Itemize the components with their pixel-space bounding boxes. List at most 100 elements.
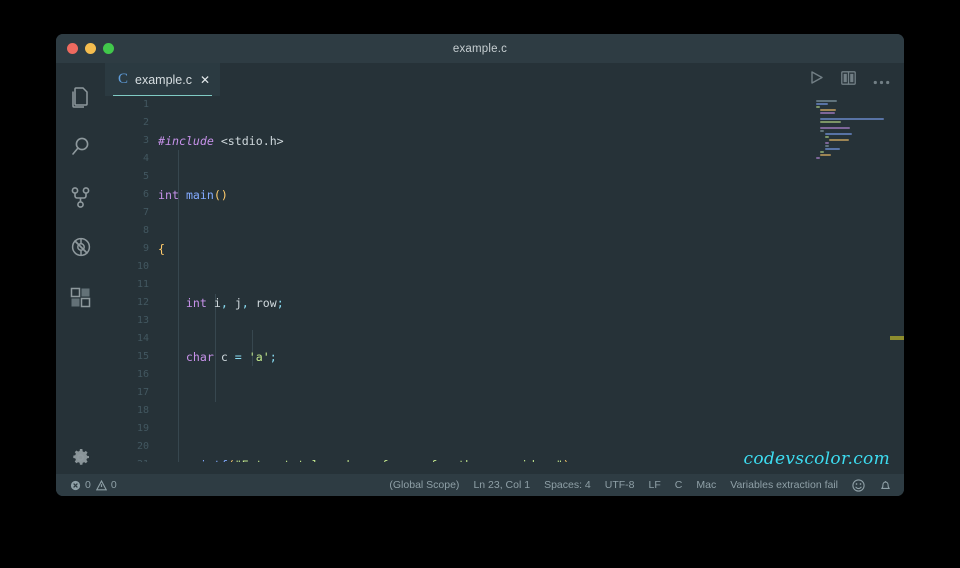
more-actions-button[interactable] bbox=[873, 70, 890, 89]
close-icon[interactable]: ✕ bbox=[200, 74, 210, 86]
play-icon bbox=[809, 70, 824, 89]
code-text[interactable]: #include <stdio.h> int main() { int i, j… bbox=[158, 96, 848, 462]
status-bar: 0 0 (Global Scope) Ln 23, Col 1 Spaces: … bbox=[56, 474, 904, 496]
tab-bar: C example.c ✕ bbox=[105, 63, 904, 96]
editor-area: C example.c ✕ 1 2 3 4 5 6 7 8 9 10 11 12… bbox=[105, 63, 904, 496]
warning-count-text: 0 bbox=[110, 479, 117, 491]
status-bar-left: 0 0 bbox=[70, 479, 117, 491]
line-number-gutter: 1 2 3 4 5 6 7 8 9 10 11 12 13 14 15 16 1 bbox=[105, 96, 158, 462]
ellipsis-icon bbox=[873, 70, 890, 89]
minimap-line bbox=[820, 130, 825, 132]
line-number: 3 bbox=[142, 135, 149, 146]
line-number: 2 bbox=[142, 117, 149, 128]
minimap-line bbox=[820, 154, 831, 156]
extensions-icon bbox=[70, 287, 91, 308]
error-count-text: 0 bbox=[85, 479, 91, 491]
cursor-position[interactable]: Ln 23, Col 1 bbox=[473, 479, 530, 491]
line-number: 15 bbox=[136, 351, 149, 362]
title-bar: example.c bbox=[56, 34, 904, 63]
indentation-setting[interactable]: Spaces: 4 bbox=[544, 479, 591, 491]
ruler-marker bbox=[890, 336, 904, 340]
split-editor-button[interactable] bbox=[841, 70, 856, 89]
error-icon bbox=[70, 480, 81, 491]
gear-icon bbox=[70, 447, 91, 468]
warning-icon bbox=[95, 479, 107, 491]
line-number: 6 bbox=[142, 189, 149, 200]
status-message[interactable]: Variables extraction fail bbox=[730, 479, 838, 491]
minimap-line bbox=[829, 139, 849, 141]
scope-indicator[interactable]: (Global Scope) bbox=[389, 479, 459, 491]
line-number: 4 bbox=[142, 153, 149, 164]
minimap-line bbox=[816, 157, 820, 159]
sidebar-item-run-debug[interactable] bbox=[56, 222, 105, 272]
smiley-icon bbox=[852, 478, 865, 492]
tab-label: example.c bbox=[135, 72, 192, 87]
files-icon bbox=[70, 86, 91, 109]
sidebar-item-source-control[interactable] bbox=[56, 172, 105, 222]
line-number: 13 bbox=[136, 315, 149, 326]
line-number: 7 bbox=[142, 207, 149, 218]
line-number: 18 bbox=[136, 405, 149, 416]
line-number: 16 bbox=[136, 369, 149, 380]
minimap-line bbox=[816, 100, 837, 102]
code-line: int i, j, row; bbox=[185, 296, 284, 310]
minimap[interactable] bbox=[816, 96, 886, 462]
sidebar-item-search[interactable] bbox=[56, 122, 105, 172]
language-mode[interactable]: C bbox=[675, 479, 683, 491]
minimap-line bbox=[820, 127, 851, 129]
line-number: 19 bbox=[136, 423, 149, 434]
minimap-line bbox=[824, 145, 830, 147]
encoding-setting[interactable]: UTF-8 bbox=[605, 479, 635, 491]
line-number: 21 bbox=[105, 456, 158, 462]
eol-setting[interactable]: LF bbox=[649, 479, 661, 491]
screenshot-root: example.c C example.c ✕ 1 2 3 4 5 6 7 8 … bbox=[0, 0, 960, 568]
search-icon bbox=[70, 136, 92, 158]
line-number: 1 bbox=[142, 99, 149, 110]
line-number: 5 bbox=[142, 171, 149, 182]
code-line: { bbox=[158, 242, 165, 256]
overview-ruler-scrollbar[interactable] bbox=[890, 96, 904, 462]
watermark: codevscolor.com bbox=[743, 449, 890, 469]
tab-example-c[interactable]: C example.c ✕ bbox=[105, 63, 221, 96]
run-code-button[interactable] bbox=[809, 70, 824, 89]
code-line: char c = 'a'; bbox=[185, 350, 277, 364]
error-count[interactable]: 0 bbox=[70, 479, 91, 491]
split-editor-icon bbox=[841, 70, 856, 89]
c-language-icon: C bbox=[118, 71, 129, 87]
code-line: int main() bbox=[158, 188, 228, 202]
minimap-line bbox=[816, 106, 820, 108]
minimap-line bbox=[820, 151, 825, 153]
feedback-button[interactable] bbox=[852, 478, 865, 492]
line-number: 17 bbox=[136, 387, 149, 398]
warning-count[interactable]: 0 bbox=[95, 479, 117, 491]
minimap-line bbox=[816, 103, 828, 105]
minimap-line bbox=[824, 142, 829, 144]
line-number: 20 bbox=[136, 441, 149, 452]
minimap-line bbox=[824, 148, 840, 150]
minimap-line bbox=[820, 118, 885, 120]
minimap-line bbox=[820, 121, 842, 123]
code-line: #include <stdio.h> bbox=[158, 134, 284, 148]
platform-indicator[interactable]: Mac bbox=[696, 479, 716, 491]
editor-actions bbox=[809, 63, 896, 96]
line-number: 11 bbox=[136, 279, 149, 290]
line-number: 9 bbox=[142, 243, 149, 254]
line-number: 8 bbox=[142, 225, 149, 236]
sidebar-item-extensions[interactable] bbox=[56, 272, 105, 322]
activity-bar bbox=[56, 63, 105, 496]
minimap-line bbox=[820, 109, 837, 111]
vscode-window: example.c C example.c ✕ 1 2 3 4 5 6 7 8 … bbox=[56, 34, 904, 496]
code-editor[interactable]: 1 2 3 4 5 6 7 8 9 10 11 12 13 14 15 16 1 bbox=[105, 96, 904, 462]
notifications-button[interactable] bbox=[879, 479, 892, 492]
line-number: 12 bbox=[136, 297, 149, 308]
window-title: example.c bbox=[452, 42, 508, 55]
minimap-line bbox=[824, 136, 829, 138]
sidebar-item-explorer[interactable] bbox=[56, 72, 105, 122]
line-number: 10 bbox=[136, 261, 149, 272]
minimap-line bbox=[824, 133, 853, 135]
status-bar-right: (Global Scope) Ln 23, Col 1 Spaces: 4 UT… bbox=[389, 478, 892, 492]
run-debug-disabled-icon bbox=[70, 236, 92, 258]
bell-icon bbox=[879, 479, 892, 492]
line-number: 14 bbox=[136, 333, 149, 344]
